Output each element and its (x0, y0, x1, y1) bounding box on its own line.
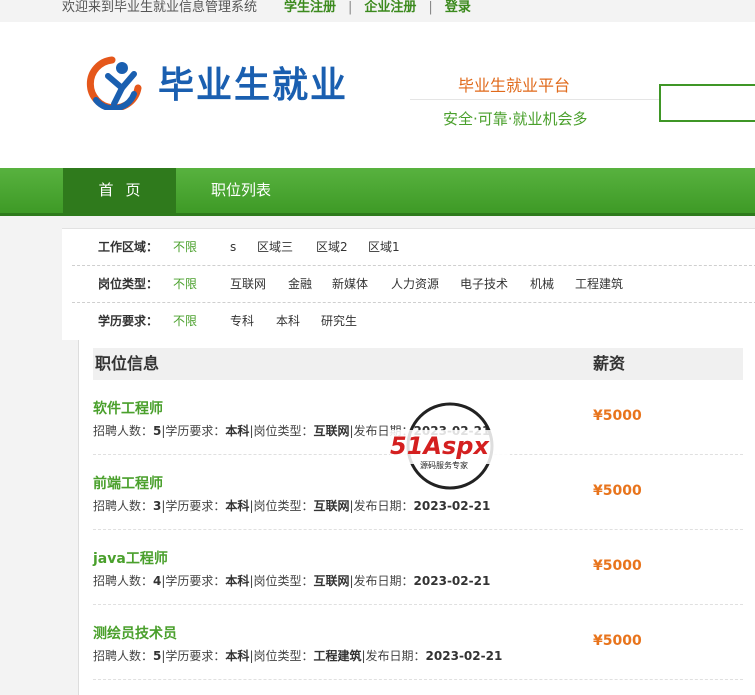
job-salary: ¥5000 (593, 633, 642, 649)
header: 毕业生就业 毕业生就业平台 安全·可靠·就业机会多 (0, 22, 755, 168)
welcome-text: 欢迎来到毕业生就业信息管理系统 (62, 0, 258, 15)
search-input[interactable] (659, 84, 755, 122)
logo-text: 毕业生就业 (158, 65, 349, 106)
list-item: 软件工程师 招聘人数：5|学历要求：本科|岗位类型：互联网|发布日期：2023-… (93, 380, 743, 455)
filter-option[interactable]: 工程建筑 (575, 266, 623, 303)
filter-label: 工作区域： (98, 240, 159, 254)
job-salary: ¥5000 (593, 558, 642, 574)
filter-option[interactable]: s (230, 229, 236, 266)
header-salary: 薪资 (593, 354, 626, 373)
filter-option[interactable]: 区域2 (316, 229, 348, 266)
filter-label: 岗位类型： (98, 277, 159, 291)
job-title-link[interactable]: 测绘员技术员 (93, 623, 177, 643)
slogan-divider (410, 99, 660, 100)
list-item: 测绘员技术员 招聘人数：5|学历要求：本科|岗位类型：工程建筑|发布日期：202… (93, 605, 743, 680)
job-meta: 招聘人数：5|学历要求：本科|岗位类型：互联网|发布日期：2023-02-21 (93, 424, 491, 438)
header-job-info: 职位信息 (95, 354, 160, 373)
student-register-link[interactable]: 学生注册 (284, 0, 336, 15)
separator: | (348, 0, 353, 15)
slogan-sub: 安全·可靠·就业机会多 (443, 110, 588, 128)
filter-option[interactable]: 专科 (230, 303, 254, 340)
slogan-main: 毕业生就业平台 (458, 76, 571, 95)
filter-option[interactable]: 不限 (173, 303, 197, 340)
job-meta: 招聘人数：5|学历要求：本科|岗位类型：工程建筑|发布日期：2023-02-21 (93, 649, 503, 663)
filter-row-education: 学历要求： 不限 专科 本科 研究生 (72, 303, 755, 340)
job-meta: 招聘人数：3|学历要求：本科|岗位类型：互联网|发布日期：2023-02-21 (93, 499, 491, 513)
logo-icon (86, 56, 142, 110)
job-title-link[interactable]: 前端工程师 (93, 473, 163, 493)
filter-option[interactable]: 不限 (173, 229, 197, 266)
main-nav: 首页 职位列表 (0, 168, 755, 216)
nav-job-list[interactable]: 职位列表 (196, 168, 286, 213)
job-salary: ¥5000 (593, 483, 642, 499)
company-register-link[interactable]: 企业注册 (364, 0, 416, 15)
filter-option[interactable]: 新媒体 (332, 266, 368, 303)
list-item: 前端工程师 招聘人数：3|学历要求：本科|岗位类型：互联网|发布日期：2023-… (93, 455, 743, 530)
job-list: 职位信息 薪资 软件工程师 招聘人数：5|学历要求：本科|岗位类型：互联网|发布… (78, 340, 755, 695)
filter-label: 学历要求： (98, 314, 159, 328)
nav-home[interactable]: 首页 (63, 168, 176, 213)
job-title-link[interactable]: 软件工程师 (93, 398, 163, 418)
filter-option[interactable]: 人力资源 (391, 266, 439, 303)
top-links: 学生注册 | 企业注册 | 登录 (284, 0, 471, 16)
filter-option[interactable]: 不限 (173, 266, 197, 303)
filter-option[interactable]: 区域三 (257, 229, 293, 266)
filter-option[interactable]: 电子技术 (460, 266, 508, 303)
filter-row-area: 工作区域： 不限 s 区域三 区域2 区域1 (72, 229, 755, 266)
filter-panel: 工作区域： 不限 s 区域三 区域2 区域1 岗位类型： 不限 互联网 金融 新… (62, 228, 755, 340)
job-list-header: 职位信息 薪资 (93, 348, 743, 380)
filter-row-type: 岗位类型： 不限 互联网 金融 新媒体 人力资源 电子技术 机械 工程建筑 (72, 266, 755, 303)
job-meta: 招聘人数：4|学历要求：本科|岗位类型：互联网|发布日期：2023-02-21 (93, 574, 491, 588)
filter-option[interactable]: 区域1 (368, 229, 400, 266)
filter-option[interactable]: 金融 (288, 266, 312, 303)
separator: | (428, 0, 433, 15)
job-salary: ¥5000 (593, 408, 642, 424)
login-link[interactable]: 登录 (445, 0, 471, 15)
filter-option[interactable]: 互联网 (230, 266, 266, 303)
top-bar: 欢迎来到毕业生就业信息管理系统 学生注册 | 企业注册 | 登录 (0, 0, 755, 22)
list-item: java工程师 招聘人数：4|学历要求：本科|岗位类型：互联网|发布日期：202… (93, 530, 743, 605)
filter-option[interactable]: 本科 (276, 303, 300, 340)
filter-option[interactable]: 机械 (530, 266, 554, 303)
filter-option[interactable]: 研究生 (321, 303, 357, 340)
job-title-link[interactable]: java工程师 (93, 548, 168, 568)
